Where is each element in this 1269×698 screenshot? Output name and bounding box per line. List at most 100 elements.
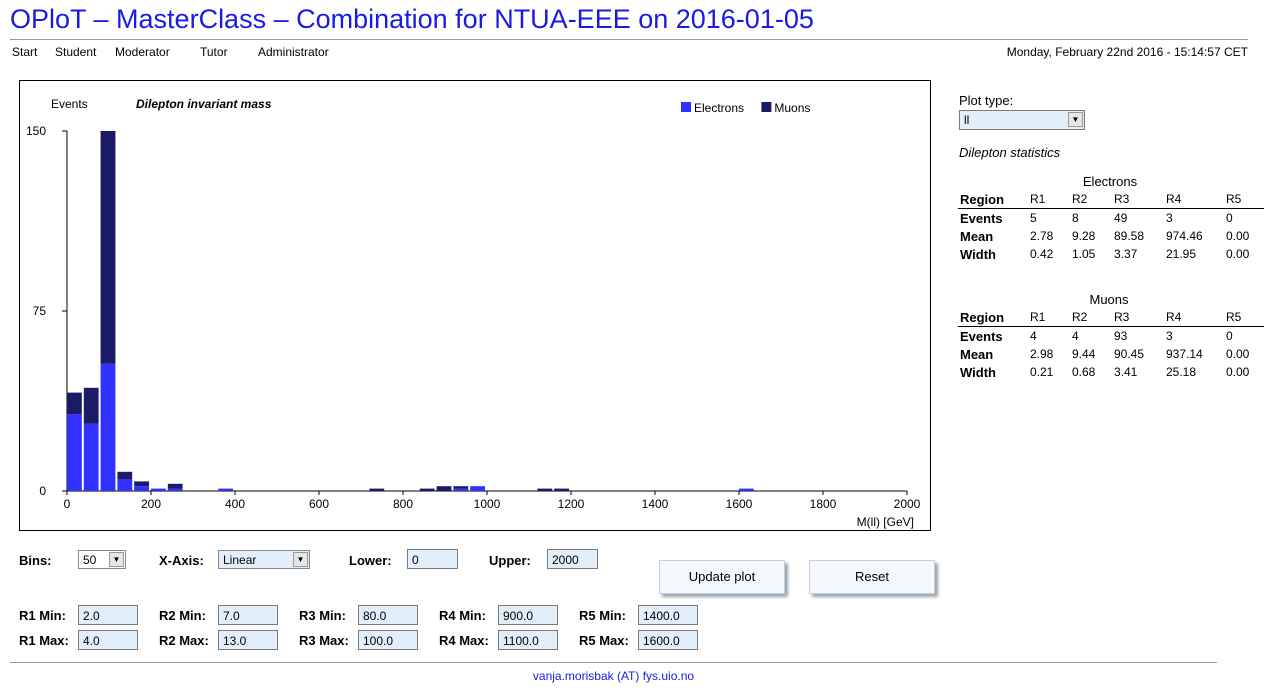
x-axis-label: M(ll) [GeV] (857, 515, 914, 529)
nav-student[interactable]: Student (55, 45, 96, 59)
histogram-bar (453, 488, 469, 491)
r4-min-input[interactable]: 900.0 (498, 605, 558, 625)
table-cell: 0.00 (1226, 365, 1250, 379)
r2-min-input[interactable]: 7.0 (218, 605, 278, 625)
footer-contact[interactable]: vanja.morisbak (AT) fys.uio.no (0, 669, 1227, 683)
table-cell: 3.37 (1114, 247, 1138, 261)
chevron-down-icon[interactable]: ▼ (109, 552, 124, 567)
table-header: R2 (1070, 190, 1112, 209)
histogram-bar (554, 488, 569, 491)
r3-max-input[interactable]: 100.0 (358, 630, 418, 650)
histogram-bar (83, 423, 99, 491)
table-cell: 93 (1114, 329, 1128, 343)
histogram-bar (100, 363, 116, 491)
chart-title: Dilepton invariant mass (136, 97, 272, 111)
histogram-bar (134, 481, 149, 487)
legend-label: Electrons (694, 101, 744, 115)
x-tick-label: 400 (225, 497, 245, 511)
table-row: Mean 2.98 9.44 90.45 937.14 0.00 (958, 345, 1264, 363)
table-cell: 2.98 (1030, 347, 1054, 361)
histogram-bar (83, 387, 99, 424)
table-cell: 0.00 (1226, 247, 1250, 261)
table-cell: 937.14 (1166, 347, 1203, 361)
table-cell: 0.00 (1226, 229, 1250, 243)
histogram-bar (117, 479, 133, 491)
histogram-bar (167, 483, 183, 489)
histogram-bar (470, 486, 485, 491)
table-cell: 4 (1072, 329, 1079, 343)
upper-label: Upper: (489, 553, 531, 568)
bins-value: 50 (83, 553, 97, 567)
plot-type-label: Plot type: (959, 93, 1014, 108)
histogram-bar (117, 471, 133, 479)
plot-type-select[interactable]: ll ▼ (959, 110, 1085, 130)
table-cell: 3 (1166, 211, 1173, 225)
r5-min-input[interactable]: 1400.0 (638, 605, 698, 625)
chevron-down-icon[interactable]: ▼ (293, 552, 308, 567)
row-label: Mean (960, 228, 994, 244)
table-header: R5 (1224, 190, 1264, 209)
r2-max-label: R2 Max: (159, 633, 209, 648)
histogram-bar (67, 392, 82, 415)
table-cell: 3.41 (1114, 365, 1138, 379)
table-cell: 0 (1226, 211, 1233, 225)
electrons-stats-table: Region R1 R2 R3 R4 R5 Events 5 8 49 3 0 … (958, 190, 1264, 263)
table-row: Width 0.21 0.68 3.41 25.18 0.00 (958, 363, 1264, 381)
row-label: Events (960, 328, 1003, 344)
chevron-down-icon[interactable]: ▼ (1068, 112, 1083, 127)
table-cell: 89.58 (1114, 229, 1145, 243)
r4-max-input[interactable]: 1100.0 (498, 630, 558, 650)
r2-max-input[interactable]: 13.0 (218, 630, 278, 650)
plot-area: 0 75 150 0 200 400 600 800 1000 1200 1400 1600 1800 2… (19, 80, 931, 531)
nav-administrator[interactable]: Administrator (258, 45, 329, 59)
xaxis-select[interactable]: Linear ▼ (218, 550, 310, 569)
nav-start[interactable]: Start (12, 45, 37, 59)
x-tick-label: 1800 (810, 497, 837, 511)
r4-min-label: R4 Min: (439, 608, 486, 623)
table-header: R3 (1112, 308, 1164, 327)
r3-min-input[interactable]: 80.0 (358, 605, 418, 625)
table-header: R3 (1112, 190, 1164, 209)
histogram-bar (453, 486, 469, 489)
nav-tutor[interactable]: Tutor (200, 45, 228, 59)
update-plot-button[interactable]: Update plot (659, 560, 785, 594)
nav-moderator[interactable]: Moderator (115, 45, 170, 59)
r4-max-label: R4 Max: (439, 633, 489, 648)
table-header-row: Region R1 R2 R3 R4 R5 (958, 308, 1264, 327)
table-header: R1 (1028, 190, 1070, 209)
table-row: Events 5 8 49 3 0 (958, 209, 1264, 228)
xaxis-value: Linear (223, 553, 257, 567)
table-cell: 0.21 (1030, 365, 1054, 379)
lower-input[interactable]: 0 (407, 549, 458, 569)
muons-group-title: Muons (1089, 292, 1129, 307)
r5-max-input[interactable]: 1600.0 (638, 630, 698, 650)
bins-select[interactable]: 50 ▼ (78, 550, 126, 569)
footer-divider (10, 662, 1217, 663)
upper-input[interactable]: 2000 (547, 549, 598, 569)
legend-swatch (681, 102, 691, 112)
y-tick-label: 150 (26, 124, 46, 138)
row-label: Width (960, 364, 996, 380)
r1-min-input[interactable]: 2.0 (78, 605, 138, 625)
table-cell: 5 (1030, 211, 1037, 225)
histogram-bar (436, 486, 452, 491)
table-cell: 4 (1030, 329, 1037, 343)
table-header-row: Region R1 R2 R3 R4 R5 (958, 190, 1264, 209)
table-cell: 21.95 (1166, 247, 1197, 261)
table-cell: 0.00 (1226, 347, 1250, 361)
histogram-bar (134, 486, 149, 491)
table-cell: 25.18 (1166, 365, 1197, 379)
histogram-bar (218, 488, 233, 491)
table-header: R4 (1164, 308, 1224, 327)
r1-max-label: R1 Max: (19, 633, 69, 648)
table-row: Mean 2.78 9.28 89.58 974.46 0.00 (958, 227, 1264, 245)
muons-stats-table: Region R1 R2 R3 R4 R5 Events 4 4 93 3 0 … (958, 308, 1264, 381)
r1-max-input[interactable]: 4.0 (78, 630, 138, 650)
x-tick-label: 600 (309, 497, 329, 511)
reset-button[interactable]: Reset (809, 560, 935, 594)
x-tick-label: 200 (141, 497, 161, 511)
x-tick-label: 1600 (726, 497, 753, 511)
table-cell: 8 (1072, 211, 1079, 225)
histogram-bar (537, 488, 553, 491)
x-tick-label: 1400 (642, 497, 669, 511)
